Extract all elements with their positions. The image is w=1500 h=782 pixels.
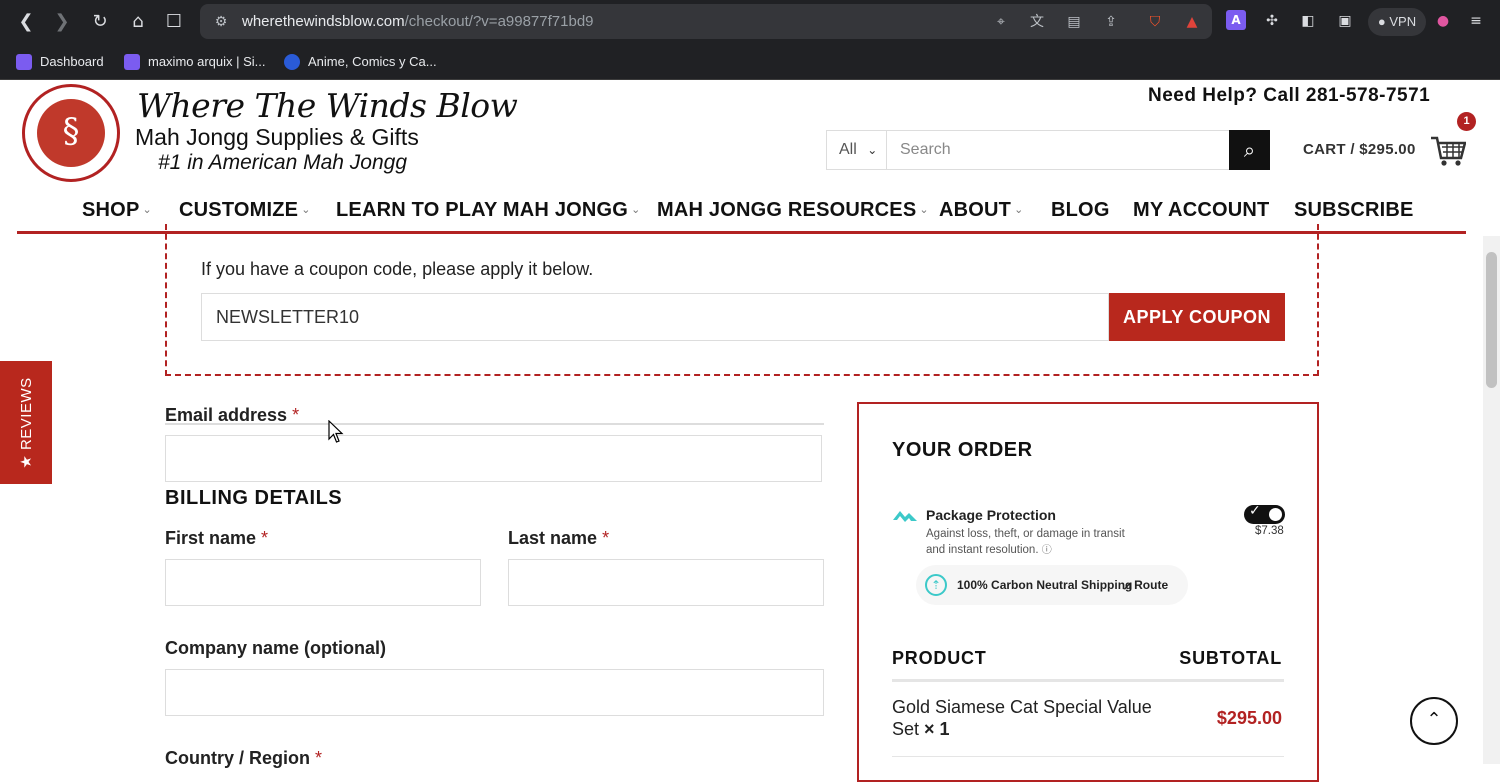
- apply-coupon-button[interactable]: APPLY COUPON: [1109, 293, 1285, 341]
- profile-avatar-icon[interactable]: ●: [1432, 10, 1454, 32]
- package-protection-title: Package Protection: [926, 507, 1056, 523]
- coupon-box: If you have a coupon code, please apply …: [165, 224, 1319, 376]
- chevron-down-icon: ⌄: [867, 143, 878, 157]
- vpn-button[interactable]: ● VPN: [1368, 8, 1426, 36]
- order-heading: YOUR ORDER: [892, 439, 1033, 461]
- location-blocked-icon[interactable]: ⌖: [990, 11, 1012, 33]
- order-item-quantity: × 1: [924, 719, 950, 739]
- divider: [165, 423, 824, 425]
- route-logo-icon: [893, 511, 917, 522]
- extensions-puzzle-icon[interactable]: ✣: [1261, 10, 1283, 32]
- wallet-icon[interactable]: ▣: [1334, 10, 1356, 32]
- route-brand: ⩘ Route: [1124, 578, 1169, 592]
- home-icon[interactable]: ⌂: [124, 8, 152, 36]
- order-item-name: Gold Siamese Cat Special Value Set × 1: [892, 697, 1152, 739]
- bookmark-anime[interactable]: Anime, Comics y Ca...: [284, 51, 437, 73]
- chevron-down-icon: ⌄: [1014, 203, 1024, 216]
- package-protection-description: Against loss, theft, or damage in transi…: [926, 528, 1125, 556]
- carbon-neutral-badge: ⇡ 100% Carbon Neutral Shipping ⩘ Route: [916, 565, 1188, 605]
- logo-subtitle: Mah Jongg Supplies & Gifts: [135, 124, 419, 150]
- checkmark-icon: ✓: [1249, 503, 1261, 519]
- logo-title[interactable]: Where The Winds Blow: [137, 86, 518, 125]
- scrollbar-thumb[interactable]: [1486, 252, 1497, 388]
- reviews-label: ★ REVIEWS: [18, 376, 35, 469]
- bookmark-maximo[interactable]: maximo arquix | Si...: [124, 51, 266, 73]
- chevron-up-icon: ⌃: [1426, 709, 1442, 730]
- brave-rewards-icon[interactable]: ▲: [1181, 11, 1203, 33]
- url-text[interactable]: wherethewindsblow.com/checkout/?v=a99877…: [242, 13, 594, 30]
- brave-shields-icon[interactable]: ⛉: [1144, 11, 1166, 33]
- scroll-to-top-button[interactable]: ⌃: [1410, 697, 1458, 745]
- translate-icon[interactable]: 文: [1026, 11, 1048, 33]
- nav-customize[interactable]: CUSTOMIZE ⌄: [179, 199, 311, 222]
- bookmark-favicon-icon: [124, 53, 140, 70]
- address-bar[interactable]: ⚙ wherethewindsblow.com/checkout/?v=a998…: [200, 4, 1212, 39]
- nav-learn-to-play[interactable]: LEARN TO PLAY MAH JONGG ⌄: [336, 199, 640, 222]
- menu-icon[interactable]: ≡: [1465, 10, 1487, 32]
- last-name-label: Last name *: [508, 528, 610, 548]
- nav-blog[interactable]: BLOG: [1051, 199, 1110, 222]
- search-icon: ⌕: [1243, 138, 1256, 162]
- product-column-header: PRODUCT: [892, 648, 987, 668]
- dragon-icon: §: [62, 111, 80, 151]
- logo-seal[interactable]: §: [22, 84, 120, 182]
- cart-count-badge: 1: [1457, 112, 1476, 131]
- carbon-neutral-text: 100% Carbon Neutral Shipping: [957, 578, 1133, 592]
- country-label: Country / Region *: [165, 748, 323, 768]
- chevron-down-icon: ⌄: [301, 203, 311, 216]
- first-name-label: First name *: [165, 528, 269, 548]
- coupon-code-input[interactable]: [201, 293, 1109, 341]
- eye-favicon-icon: [284, 53, 300, 70]
- coupon-prompt: If you have a coupon code, please apply …: [201, 259, 594, 279]
- company-label: Company name (optional): [165, 638, 387, 658]
- site-header: § Where The Winds Blow Mah Jongg Supplie…: [0, 80, 1500, 236]
- search-input[interactable]: [887, 130, 1230, 170]
- route-mark-icon: ⩘: [1124, 578, 1131, 592]
- billing-heading: BILLING DETAILS: [165, 487, 343, 509]
- extension-a-icon[interactable]: A: [1226, 10, 1246, 30]
- reviews-tab[interactable]: ★ REVIEWS: [0, 361, 52, 484]
- nav-my-account[interactable]: MY ACCOUNT: [1133, 199, 1269, 222]
- email-field[interactable]: [165, 435, 822, 482]
- toggle-knob: [1269, 508, 1282, 521]
- chevron-down-icon: ⌄: [142, 203, 152, 216]
- last-name-field[interactable]: [508, 559, 824, 606]
- site-settings-icon[interactable]: ⚙: [210, 11, 232, 33]
- chevron-down-icon: ⌄: [631, 203, 641, 216]
- help-phone[interactable]: Need Help? Call 281-578-7571: [1148, 85, 1430, 107]
- share-icon[interactable]: ⇪: [1100, 11, 1122, 33]
- company-field[interactable]: [165, 669, 824, 716]
- nav-shop[interactable]: SHOP ⌄: [82, 199, 152, 222]
- browser-toolbar: ❮ ❯ ↻ ⌂ ☐ ⚙ wherethewindsblow.com/checko…: [0, 0, 1500, 44]
- subtotal-column-header: SUBTOTAL: [1179, 648, 1282, 668]
- chevron-down-icon: ⌄: [919, 203, 929, 216]
- forward-icon[interactable]: ❯: [48, 8, 76, 36]
- search-category-select[interactable]: All ⌄: [826, 130, 887, 170]
- bookmark-dashboard[interactable]: Dashboard: [16, 51, 104, 73]
- search-button[interactable]: ⌕: [1229, 130, 1270, 170]
- divider: [892, 756, 1284, 757]
- mouse-cursor-icon: [328, 420, 344, 443]
- bookmarks-bar: Dashboard maximo arquix | Si... Anime, C…: [0, 44, 1500, 80]
- back-icon[interactable]: ❮: [12, 8, 40, 36]
- package-protection-toggle[interactable]: ✓: [1244, 503, 1285, 524]
- tree-icon: ⇡: [925, 574, 947, 596]
- cart-icon[interactable]: [1430, 134, 1466, 168]
- nav-about[interactable]: ABOUT ⌄: [939, 199, 1024, 222]
- order-summary: YOUR ORDER Package Protection Against lo…: [857, 402, 1319, 782]
- divider: [892, 679, 1284, 682]
- sidebar-icon[interactable]: ◧: [1297, 10, 1319, 32]
- info-icon[interactable]: ⓘ: [1042, 545, 1052, 556]
- reader-mode-icon[interactable]: ▤: [1063, 11, 1085, 33]
- nav-subscribe[interactable]: SUBSCRIBE: [1294, 199, 1414, 222]
- first-name-field[interactable]: [165, 559, 481, 606]
- reload-icon[interactable]: ↻: [86, 8, 114, 36]
- package-protection-price: $7.38: [1255, 525, 1284, 537]
- order-item-price: $295.00: [1216, 708, 1282, 728]
- bookmark-favicon-icon: [16, 53, 32, 70]
- logo-tagline: #1 in American Mah Jongg: [158, 151, 408, 174]
- cart-link[interactable]: CART / $295.00: [1303, 141, 1416, 158]
- bookmark-icon[interactable]: ☐: [160, 8, 188, 36]
- nav-resources[interactable]: MAH JONGG RESOURCES ⌄: [657, 199, 929, 222]
